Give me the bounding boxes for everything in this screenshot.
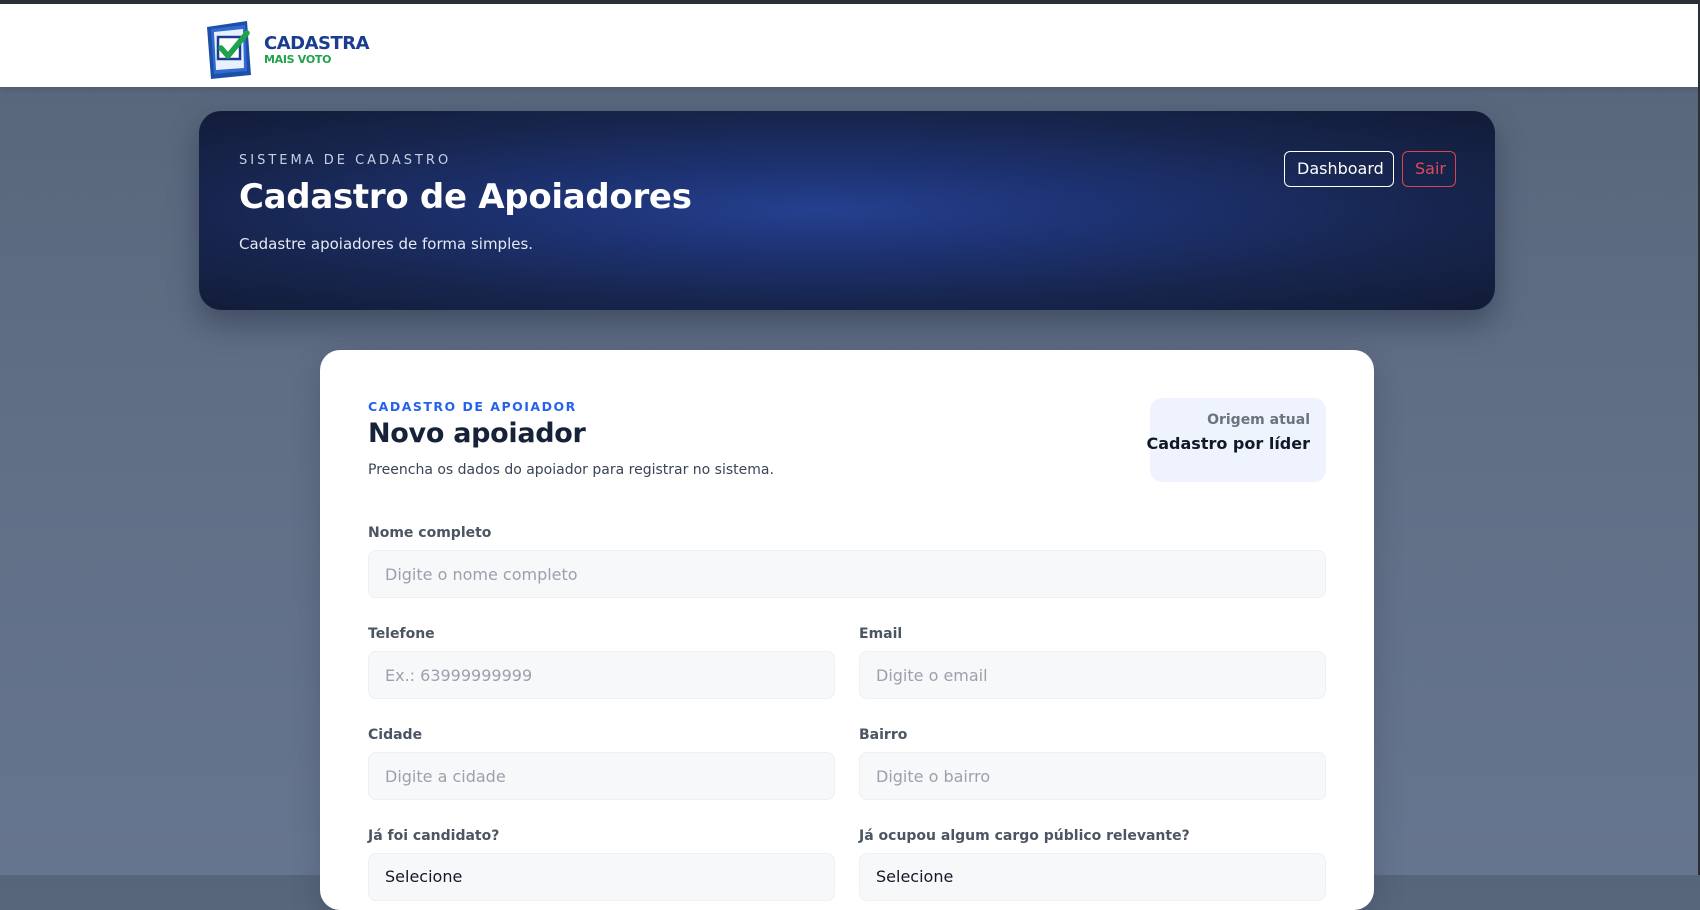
cidade-label: Cidade bbox=[368, 727, 423, 743]
logo-tagline: MAIS VOTO bbox=[264, 53, 332, 66]
cargo-select[interactable]: Selecione bbox=[859, 853, 1326, 901]
telefone-label: Telefone bbox=[368, 626, 435, 642]
candidato-select[interactable]: Selecione bbox=[368, 853, 835, 901]
logout-button[interactable]: Sair bbox=[1402, 151, 1456, 187]
bairro-input[interactable] bbox=[859, 752, 1326, 800]
checkbox-logo-icon bbox=[207, 21, 251, 79]
origin-label: Origem atual bbox=[1207, 412, 1310, 428]
page-subtitle: Cadastre apoiadores de forma simples. bbox=[239, 235, 534, 253]
nome-label: Nome completo bbox=[368, 525, 492, 541]
email-label: Email bbox=[859, 626, 903, 642]
page-title: Cadastro de Apoiadores bbox=[239, 177, 692, 217]
hero-eyebrow: SISTEMA DE CADASTRO bbox=[239, 153, 452, 168]
dashboard-button[interactable]: Dashboard bbox=[1284, 151, 1394, 187]
telefone-input[interactable] bbox=[368, 651, 835, 699]
candidato-select-value: Selecione bbox=[385, 867, 463, 886]
origin-value: Cadastro por líder bbox=[1146, 434, 1310, 453]
bairro-label: Bairro bbox=[859, 727, 908, 743]
form-eyebrow: CADASTRO DE APOIADOR bbox=[368, 399, 577, 414]
page-header-banner: SISTEMA DE CADASTRO Cadastro de Apoiador… bbox=[199, 111, 1495, 310]
navbar: CADASTRA MAIS VOTO bbox=[0, 4, 1700, 87]
brand-logo[interactable]: CADASTRA MAIS VOTO bbox=[203, 17, 373, 81]
origin-badge: Origem atual Cadastro por líder bbox=[1146, 398, 1326, 482]
form-title: Novo apoiador bbox=[368, 418, 586, 449]
candidato-label: Já foi candidato? bbox=[368, 828, 500, 844]
cidade-input[interactable] bbox=[368, 752, 835, 800]
form-subtitle: Preencha os dados do apoiador para regis… bbox=[368, 462, 774, 478]
cargo-select-value: Selecione bbox=[876, 867, 954, 886]
supporter-form-card: CADASTRO DE APOIADOR Novo apoiador Preen… bbox=[320, 350, 1374, 910]
nome-input[interactable] bbox=[368, 550, 1326, 598]
cargo-label: Já ocupou algum cargo público relevante? bbox=[859, 828, 1190, 844]
email-input[interactable] bbox=[859, 651, 1326, 699]
logo-wordmark: CADASTRA bbox=[264, 33, 370, 54]
